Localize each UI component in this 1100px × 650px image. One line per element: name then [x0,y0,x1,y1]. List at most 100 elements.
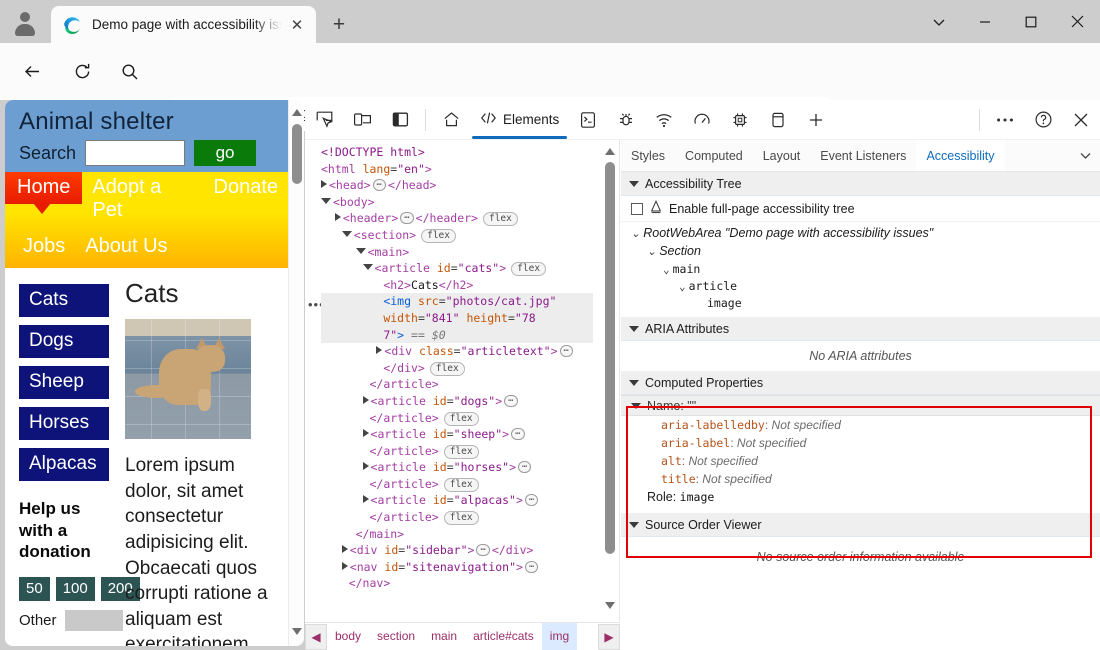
page-scrollbar-thumb[interactable] [292,124,302,184]
donation-button-100[interactable]: 100 [56,577,95,601]
category-button-horses[interactable]: Horses [19,407,109,440]
application-icon[interactable] [761,103,795,137]
back-button[interactable] [16,55,49,88]
nav-item-jobs[interactable]: Jobs [13,231,75,263]
dom-line[interactable]: <article id="alpacas">⋯ [321,492,593,509]
a11y-node-rootwebarea[interactable]: ⌄RootWebArea "Demo page with accessibili… [631,225,1100,243]
dom-line[interactable]: <nav id="sitenavigation">⋯ [321,559,593,576]
dom-line[interactable]: <article id="cats">flex [321,260,593,277]
dom-line[interactable]: </article> [321,376,593,393]
minimize-icon[interactable] [962,0,1008,43]
memory-icon[interactable] [723,103,757,137]
section-source-order-viewer[interactable]: Source Order Viewer [621,513,1100,537]
search-icon[interactable] [113,55,146,88]
dom-line[interactable]: <head>⋯</head> [321,177,593,194]
category-button-cats[interactable]: Cats [19,284,109,317]
dom-tree-scrollbar[interactable] [602,140,618,620]
debugger-icon[interactable] [609,103,643,137]
a11y-node-image[interactable]: image [631,295,1100,312]
category-button-dogs[interactable]: Dogs [19,325,109,358]
close-window-icon[interactable] [1054,0,1100,43]
dom-line-selected[interactable]: width="841" height="78 [321,310,593,327]
category-button-sheep[interactable]: Sheep [19,366,109,399]
tab-actions-chevron-icon[interactable] [916,0,962,43]
tab-styles[interactable]: Styles [621,140,675,171]
dom-line[interactable]: </article>flex [321,443,593,460]
dom-line[interactable]: <section>flex [321,227,593,244]
nav-item-donate[interactable]: Donate [204,172,289,204]
dom-line[interactable]: </main> [321,526,593,543]
device-emulation-icon[interactable] [345,103,379,137]
enable-full-page-a11y-tree-row[interactable]: Enable full-page accessibility tree [621,196,1100,222]
performance-icon[interactable] [685,103,719,137]
breadcrumb-item-body[interactable]: body [327,623,369,650]
dom-line[interactable]: </nav> [321,575,593,592]
profile-button[interactable] [8,5,42,39]
enable-full-page-a11y-tree-checkbox[interactable] [631,203,643,215]
a11y-node-article[interactable]: ⌄article [631,278,1100,295]
tab-computed[interactable]: Computed [675,140,753,171]
a11y-node-main[interactable]: ⌄main [631,261,1100,278]
dom-scroll-up-icon[interactable] [605,148,615,158]
section-aria-attributes[interactable]: ARIA Attributes [621,317,1100,341]
console-icon[interactable] [571,103,605,137]
tab-elements[interactable]: Elements [470,101,569,139]
computed-name-row[interactable]: Name: "" [621,395,1100,416]
dom-tree-code[interactable]: <!DOCTYPE html> <html lang="en"> <head>⋯… [305,140,593,620]
help-icon[interactable] [1026,103,1060,137]
tab-accessibility[interactable]: Accessibility [916,140,1004,171]
breadcrumb-item-article-cats[interactable]: article#cats [465,623,542,650]
sidebar-more-tabs-chevron-down-icon[interactable] [1070,140,1100,171]
dom-line-selected[interactable]: <img src="photos/cat.jpg" [321,293,593,310]
refresh-button[interactable] [66,55,99,88]
dom-line[interactable]: </article>flex [321,476,593,493]
maximize-icon[interactable] [1008,0,1054,43]
breadcrumb-item-section[interactable]: section [369,623,423,650]
page-scroll-up-icon[interactable] [289,104,304,121]
section-accessibility-tree[interactable]: Accessibility Tree [621,172,1100,196]
nav-item-about-us[interactable]: About Us [75,231,177,263]
dom-line-selected[interactable]: 7"> == $0 [321,327,593,344]
breadcrumb-scroll-right-icon[interactable]: ▶ [598,624,620,650]
dom-line[interactable]: </div>flex [321,360,593,377]
breadcrumb-item-main[interactable]: main [423,623,465,650]
tab-close-icon[interactable]: ✕ [284,12,310,38]
dom-line[interactable]: <h2>Cats</h2> [321,277,593,294]
a11y-node-section[interactable]: ⌄Section [631,243,1100,261]
home-icon[interactable] [434,103,468,137]
dom-line[interactable]: </article>flex [321,509,593,526]
dom-line[interactable]: <article id="sheep">⋯ [321,426,593,443]
more-tools-icon[interactable] [988,103,1022,137]
site-search-input[interactable] [85,140,185,166]
donation-button-50[interactable]: 50 [19,577,50,601]
dom-line[interactable]: <header>⋯</header>flex [321,210,593,227]
page-scrollbar[interactable] [288,100,304,646]
dom-line[interactable]: <div id="sidebar">⋯</div> [321,542,593,559]
add-panel-icon[interactable] [799,103,833,137]
dom-line[interactable]: <article id="horses">⋯ [321,459,593,476]
breadcrumb-scroll-left-icon[interactable]: ◀ [305,624,327,650]
tab-layout[interactable]: Layout [753,140,811,171]
dom-scroll-down-icon[interactable] [605,602,615,612]
page-scroll-down-icon[interactable] [289,623,304,640]
nav-item-adopt-a-pet[interactable]: Adopt a Pet [82,172,203,227]
dom-line[interactable]: <body> [321,194,593,211]
dom-scrollbar-thumb[interactable] [605,162,615,554]
network-icon[interactable] [647,103,681,137]
close-devtools-icon[interactable] [1064,103,1098,137]
browser-tab[interactable]: Demo page with accessibility issu ✕ [51,6,316,43]
tab-event-listeners[interactable]: Event Listeners [810,140,916,171]
dom-line[interactable]: </article>flex [321,410,593,427]
section-computed-properties[interactable]: Computed Properties [621,371,1100,395]
dom-line[interactable]: <main> [321,244,593,261]
new-tab-button[interactable]: + [325,11,353,39]
dom-line[interactable]: <div class="articletext">⋯ [321,343,593,360]
site-go-button[interactable]: go [194,140,256,166]
breadcrumb-item-img[interactable]: img [542,623,577,650]
donation-other-input[interactable] [65,610,123,631]
nav-item-home[interactable]: Home [5,172,82,204]
dock-side-icon[interactable] [383,103,417,137]
inspect-element-icon[interactable] [307,103,341,137]
dom-line[interactable]: <article id="dogs">⋯ [321,393,593,410]
category-button-alpacas[interactable]: Alpacas [19,448,109,481]
